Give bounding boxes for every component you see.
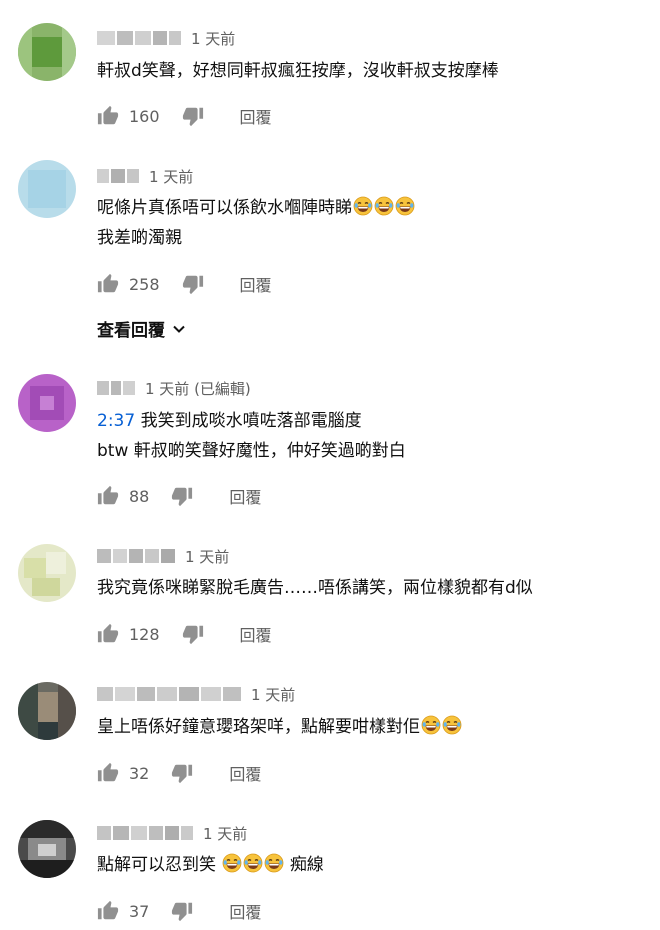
like-count: 160 [129, 106, 160, 126]
thumbs-down-icon[interactable] [171, 762, 193, 784]
comment-header: 1 天前 [97, 27, 235, 49]
comment-line: btw 軒叔啲笑聲好魔性，仲好笑過啲對白 [97, 441, 406, 461]
view-replies-button[interactable]: 查看回覆 [97, 316, 187, 341]
thumbs-down-icon[interactable] [182, 623, 204, 645]
author-name-blurred[interactable] [97, 687, 241, 701]
comment-line: 我差啲濁親 [97, 228, 182, 248]
comment-header: 1 天前 [97, 545, 229, 567]
comment-header: 1 天前 (已編輯) [97, 377, 251, 399]
avatar[interactable] [18, 820, 76, 878]
avatar[interactable] [18, 544, 76, 602]
comment-line-text: 痴線 [289, 855, 324, 875]
comment-actions: 160 回覆 [97, 104, 272, 128]
author-name-blurred[interactable] [97, 826, 193, 840]
reply-button[interactable]: 回覆 [229, 899, 261, 923]
avatar[interactable] [18, 23, 76, 81]
tears-of-joy-emoji [264, 853, 284, 873]
comment-line-text: 呢條片真係唔可以係飲水嗰陣時睇 [97, 198, 352, 218]
tears-of-joy-emoji [421, 715, 441, 735]
tears-of-joy-emoji [442, 715, 462, 735]
avatar[interactable] [18, 160, 76, 218]
reply-button[interactable]: 回覆 [240, 272, 272, 296]
thumbs-up-icon[interactable] [97, 900, 119, 922]
tears-of-joy-emoji [353, 196, 373, 216]
tears-of-joy-emoji [395, 196, 415, 216]
comment-time[interactable]: 1 天前 [203, 823, 247, 844]
thumbs-down-icon[interactable] [182, 105, 204, 127]
comment-line-text: 點解可以忍到笑 [97, 855, 216, 875]
comment-text: 軒叔d笑聲，好想同軒叔瘋狂按摩，沒收軒叔支按摩棒 [97, 56, 499, 86]
comment-actions: 88 回覆 [97, 484, 261, 508]
comment-text: 點解可以忍到笑 痴線 [97, 850, 324, 880]
like-count: 32 [129, 763, 150, 783]
comment-actions: 37 回覆 [97, 899, 261, 923]
comment-line: 2:37 我笑到成啖水噴咗落部電腦度 [97, 406, 406, 436]
avatar[interactable] [18, 682, 76, 740]
thumbs-up-icon[interactable] [97, 762, 119, 784]
comment-time[interactable]: 1 天前 [191, 28, 235, 49]
author-name-blurred[interactable] [97, 31, 181, 45]
comment-time[interactable]: 1 天前 [185, 546, 229, 567]
comment-header: 1 天前 [97, 822, 247, 844]
like-count: 258 [129, 274, 160, 294]
reply-button[interactable]: 回覆 [240, 104, 272, 128]
comment-header: 1 天前 [97, 165, 193, 187]
like-count: 128 [129, 624, 160, 644]
reply-button[interactable]: 回覆 [240, 622, 272, 646]
author-name-blurred[interactable] [97, 549, 175, 563]
comment-actions: 258 回覆 [97, 272, 272, 296]
comment-line: 軒叔d笑聲，好想同軒叔瘋狂按摩，沒收軒叔支按摩棒 [97, 61, 499, 81]
thumbs-down-icon[interactable] [182, 273, 204, 295]
comment-actions: 32 回覆 [97, 761, 261, 785]
comment-actions: 128 回覆 [97, 622, 272, 646]
timestamp-link[interactable]: 2:37 [97, 411, 135, 431]
thumbs-up-icon[interactable] [97, 105, 119, 127]
author-name-blurred[interactable] [97, 169, 139, 183]
reply-button[interactable]: 回覆 [229, 761, 261, 785]
reply-button[interactable]: 回覆 [229, 484, 261, 508]
tears-of-joy-emoji [374, 196, 394, 216]
thumbs-up-icon[interactable] [97, 273, 119, 295]
comment-text: 皇上唔係好鐘意瓔珞架咩，點解要咁樣對佢 [97, 712, 462, 742]
avatar[interactable] [18, 374, 76, 432]
comment-line: 點解可以忍到笑 痴線 [97, 850, 324, 880]
comment-time[interactable]: 1 天前 [251, 684, 295, 705]
like-count: 37 [129, 901, 150, 921]
comment-time[interactable]: 1 天前 (已編輯) [145, 378, 251, 399]
tears-of-joy-emoji [222, 853, 242, 873]
thumbs-down-icon[interactable] [171, 485, 193, 507]
comment-line: 我究竟係咪睇緊脫毛廣告……唔係講笑，兩位樣貌都有d似 [97, 578, 533, 598]
comment-line: 呢條片真係唔可以係飲水嗰陣時睇 [97, 193, 415, 223]
comment-text: 2:37 我笑到成啖水噴咗落部電腦度 btw 軒叔啲笑聲好魔性，仲好笑過啲對白 [97, 406, 406, 466]
comment-line: 皇上唔係好鐘意瓔珞架咩，點解要咁樣對佢 [97, 712, 462, 742]
tears-of-joy-emoji [243, 853, 263, 873]
thumbs-down-icon[interactable] [171, 900, 193, 922]
thumbs-up-icon[interactable] [97, 485, 119, 507]
chevron-down-icon [173, 325, 185, 333]
comment-text: 我究竟係咪睇緊脫毛廣告……唔係講笑，兩位樣貌都有d似 [97, 573, 533, 603]
comment-time[interactable]: 1 天前 [149, 166, 193, 187]
author-name-blurred[interactable] [97, 381, 135, 395]
thumbs-up-icon[interactable] [97, 623, 119, 645]
comment-line-text: 我笑到成啖水噴咗落部電腦度 [140, 411, 362, 431]
comment-header: 1 天前 [97, 683, 295, 705]
comment-text: 呢條片真係唔可以係飲水嗰陣時睇 我差啲濁親 [97, 193, 415, 253]
comment-line-text: 皇上唔係好鐘意瓔珞架咩，點解要咁樣對佢 [97, 717, 420, 737]
like-count: 88 [129, 486, 150, 506]
view-replies-label: 查看回覆 [97, 321, 165, 341]
